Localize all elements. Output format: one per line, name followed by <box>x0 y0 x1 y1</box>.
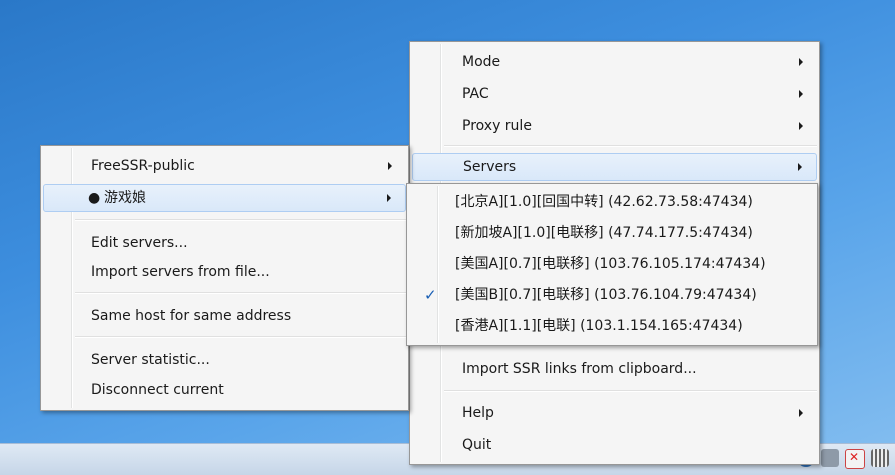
server-item[interactable]: [北京A][1.0][回国中转] (42.62.73.58:47434) <box>409 188 815 216</box>
menu-item-label: Disconnect current <box>91 382 224 398</box>
menu-item-label: Quit <box>462 437 492 453</box>
menu-item-label: Servers <box>463 159 517 175</box>
menu-item-import-servers-from-file[interactable]: Import servers from file... <box>43 258 406 286</box>
server-label: [香港A][1.1][电联] (103.1.154.165:47434) <box>455 318 743 334</box>
menu-item-same-host[interactable]: Same host for same address <box>43 302 406 330</box>
checkmark-icon: ✓ <box>424 286 437 304</box>
keyboard-icon[interactable] <box>871 449 889 467</box>
menu-item-server-statistic[interactable]: Server statistic... <box>43 346 406 374</box>
submenu-arrow-icon <box>387 194 391 202</box>
server-label: [北京A][1.0][回国中转] (42.62.73.58:47434) <box>455 194 753 210</box>
menu-item-youxiniang[interactable]: ● 游戏娘 <box>43 184 406 212</box>
menu-item-import-ssr-links[interactable]: Import SSR links from clipboard... <box>412 355 817 383</box>
menu-item-servers[interactable]: Servers <box>412 153 817 181</box>
menu-separator <box>75 336 406 338</box>
radio-bullet-icon: ● <box>88 190 101 206</box>
server-label: [美国B][0.7][电联移] (103.76.104.79:47434) <box>455 287 757 303</box>
menu-item-label: Import SSR links from clipboard... <box>462 361 697 377</box>
menu-item-label: Help <box>462 405 494 421</box>
server-item[interactable]: [香港A][1.1][电联] (103.1.154.165:47434) <box>409 312 815 340</box>
menu-separator <box>444 390 817 392</box>
menu-separator <box>75 219 406 221</box>
submenu-arrow-icon <box>799 122 803 130</box>
server-item-selected[interactable]: ✓ [美国B][0.7][电联移] (103.76.104.79:47434) <box>409 281 815 309</box>
flag-icon[interactable] <box>821 449 839 467</box>
menu-item-disconnect-current[interactable]: Disconnect current <box>43 376 406 404</box>
menu-item-proxy-rule[interactable]: Proxy rule <box>412 112 817 140</box>
menu-item-edit-servers[interactable]: Edit servers... <box>43 229 406 257</box>
server-list-submenu: [北京A][1.0][回国中转] (42.62.73.58:47434) [新加… <box>406 183 818 346</box>
menu-item-label: 游戏娘 <box>104 190 146 206</box>
submenu-arrow-icon <box>798 163 802 171</box>
menu-separator <box>444 145 817 147</box>
server-item[interactable]: [美国A][0.7][电联移] (103.76.105.174:47434) <box>409 250 815 278</box>
menu-item-help[interactable]: Help <box>412 399 817 427</box>
menu-item-mode[interactable]: Mode <box>412 48 817 76</box>
menu-separator <box>75 292 406 294</box>
server-label: [新加坡A][1.0][电联移] (47.74.177.5:47434) <box>455 225 753 241</box>
servers-submenu: FreeSSR-public ● 游戏娘 Edit servers... Imp… <box>40 145 409 411</box>
menu-item-label: Edit servers... <box>91 235 188 251</box>
server-item[interactable]: [新加坡A][1.0][电联移] (47.74.177.5:47434) <box>409 219 815 247</box>
submenu-arrow-icon <box>799 90 803 98</box>
menu-item-label: Same host for same address <box>91 308 292 324</box>
menu-item-label: Import servers from file... <box>91 264 270 280</box>
menu-item-label: Proxy rule <box>462 118 532 134</box>
menu-item-label: Mode <box>462 54 501 70</box>
menu-item-label: FreeSSR-public <box>91 158 195 174</box>
submenu-arrow-icon <box>799 58 803 66</box>
submenu-arrow-icon <box>388 162 392 170</box>
menu-item-quit[interactable]: Quit <box>412 431 817 459</box>
menu-item-pac[interactable]: PAC <box>412 80 817 108</box>
menu-item-label: Server statistic... <box>91 352 210 368</box>
submenu-arrow-icon <box>799 409 803 417</box>
blocked-icon[interactable] <box>845 449 865 469</box>
server-label: [美国A][0.7][电联移] (103.76.105.174:47434) <box>455 256 766 272</box>
menu-item-freessr-public[interactable]: FreeSSR-public <box>43 152 406 180</box>
menu-item-label: PAC <box>462 86 489 102</box>
